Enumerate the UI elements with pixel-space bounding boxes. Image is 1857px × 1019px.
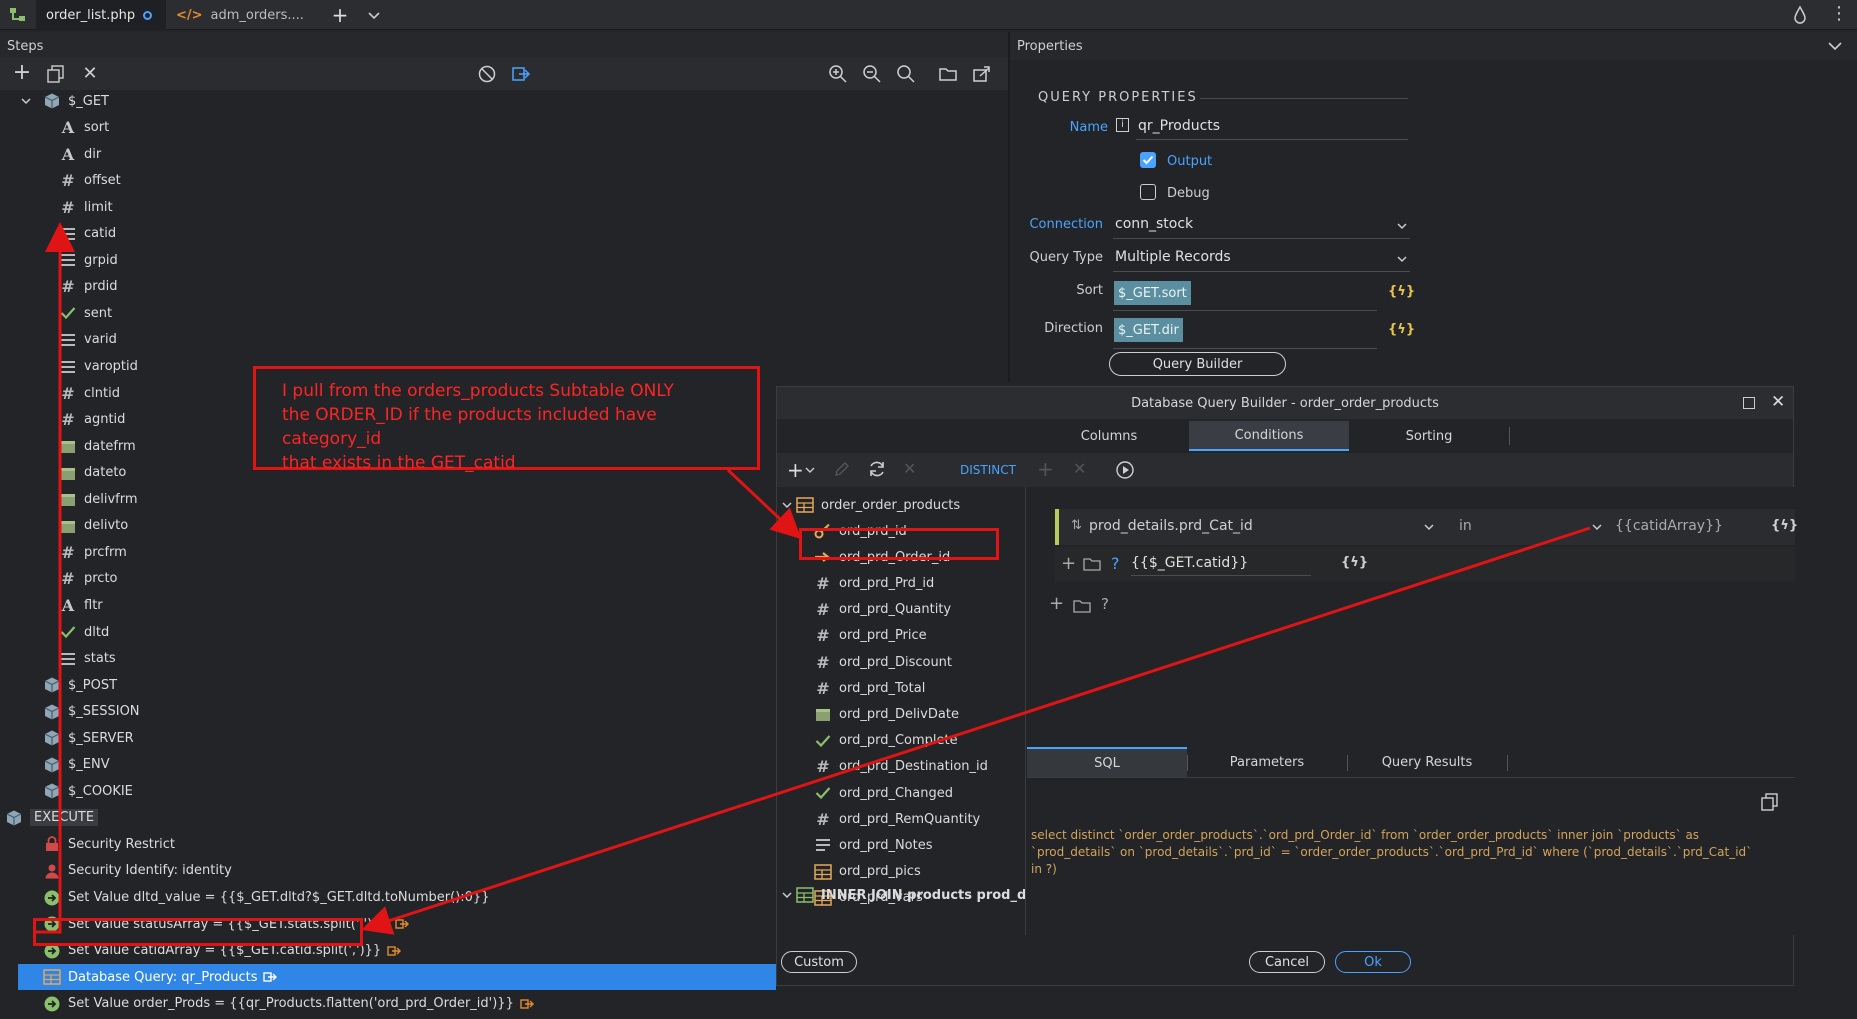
annotation-arrows xyxy=(33,222,1591,935)
